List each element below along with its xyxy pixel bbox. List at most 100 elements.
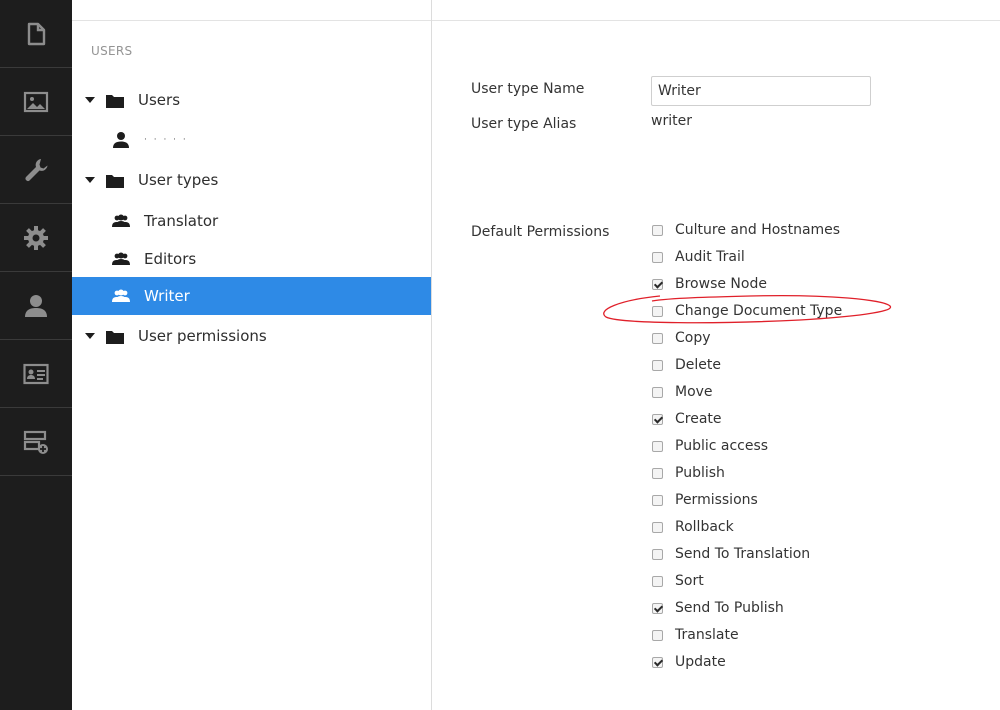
permission-checkbox[interactable] [652, 359, 663, 371]
permission-item[interactable]: Culture and Hostnames [652, 220, 840, 240]
user-icon [25, 294, 47, 317]
default-permissions-label: Default Permissions [471, 224, 610, 240]
permission-checkbox[interactable] [652, 332, 663, 344]
permission-item[interactable]: Copy [652, 328, 711, 348]
permission-checkbox[interactable] [652, 521, 663, 533]
tree-item-label: Editors [144, 250, 197, 268]
wrench-icon [25, 158, 48, 181]
tree-item-user-permissions[interactable]: User permissions [72, 317, 431, 355]
user-type-name-label: User type Name [471, 81, 585, 97]
permission-checkbox[interactable] [652, 305, 663, 317]
user-type-alias-label: User type Alias [471, 116, 577, 132]
permission-item[interactable]: Audit Trail [652, 247, 745, 267]
folder-icon [106, 329, 124, 344]
permission-checkbox[interactable] [652, 251, 663, 263]
image-icon [23, 91, 49, 112]
permission-label: Copy [675, 330, 711, 346]
permission-item[interactable]: Browse Node [652, 274, 767, 294]
permission-item[interactable]: Rollback [652, 517, 734, 537]
rail-settings[interactable] [0, 136, 72, 204]
document-icon [27, 22, 46, 45]
tree-item-editors[interactable]: Editors [72, 240, 431, 278]
permission-label: Public access [675, 438, 769, 454]
permission-label: Send To Publish [675, 600, 784, 616]
users-group-icon [112, 252, 130, 266]
tree-item-label: Writer [144, 287, 190, 305]
tree-heading: USERS [91, 44, 133, 58]
permission-checkbox[interactable] [652, 575, 663, 587]
permission-item[interactable]: Public access [652, 436, 768, 456]
users-tree-panel: USERS Users · · · · · User types Transla… [72, 0, 432, 710]
caret-down-icon[interactable] [85, 333, 95, 339]
tree-item-writer[interactable]: Writer [72, 277, 431, 315]
permission-label: Move [675, 384, 713, 400]
permission-label: Translate [675, 627, 739, 643]
user-type-name-input[interactable] [651, 76, 871, 106]
section-rail [0, 0, 72, 710]
permission-checkbox[interactable] [652, 494, 663, 506]
tree-item-users[interactable]: Users [72, 81, 431, 119]
permission-item[interactable]: Move [652, 382, 713, 402]
permission-item[interactable]: Create [652, 409, 722, 429]
tree-topbar [72, 0, 431, 21]
permission-label: Audit Trail [675, 249, 745, 265]
permission-checkbox[interactable] [652, 278, 663, 290]
rail-users[interactable] [0, 272, 72, 340]
permission-label: Rollback [675, 519, 734, 535]
permission-checkbox[interactable] [652, 602, 663, 614]
permission-label: Culture and Hostnames [675, 222, 841, 238]
forms-icon [23, 430, 48, 454]
rail-content[interactable] [0, 0, 72, 68]
rail-media[interactable] [0, 68, 72, 136]
caret-down-icon[interactable] [85, 177, 95, 183]
permission-checkbox[interactable] [652, 440, 663, 452]
permission-label: Change Document Type [675, 303, 843, 319]
permission-item[interactable]: Send To Translation [652, 544, 810, 564]
tree-item-label: User permissions [138, 327, 267, 345]
tree-item-label: User types [138, 171, 219, 189]
tree-item-label: · · · · · [144, 135, 188, 145]
permission-item[interactable]: Delete [652, 355, 721, 375]
rail-developer[interactable] [0, 204, 72, 272]
permission-label: Sort [675, 573, 704, 589]
users-group-icon [112, 289, 130, 303]
permission-label: Update [675, 654, 726, 670]
permission-checkbox[interactable] [652, 224, 663, 236]
folder-icon [106, 93, 124, 108]
permission-item[interactable]: Publish [652, 463, 725, 483]
permission-label: Send To Translation [675, 546, 811, 562]
user-icon [112, 131, 130, 149]
permission-label: Create [675, 411, 722, 427]
user-type-alias-value: writer [651, 113, 692, 129]
permission-item[interactable]: Change Document Type [652, 301, 842, 321]
permission-checkbox[interactable] [652, 656, 663, 668]
id-card-icon [23, 363, 49, 384]
gear-icon [24, 225, 48, 250]
tree-item-label: Users [138, 91, 181, 109]
permission-label: Delete [675, 357, 721, 373]
permission-item[interactable]: Permissions [652, 490, 758, 510]
tree-item-user[interactable]: · · · · · [72, 121, 431, 159]
caret-down-icon[interactable] [85, 97, 95, 103]
permission-checkbox[interactable] [652, 548, 663, 560]
permission-label: Permissions [675, 492, 758, 508]
folder-icon [106, 173, 124, 188]
permission-checkbox[interactable] [652, 629, 663, 641]
editor-topbar [432, 0, 1000, 21]
tree-item-label: Translator [144, 212, 219, 230]
permission-checkbox[interactable] [652, 467, 663, 479]
permission-checkbox[interactable] [652, 413, 663, 425]
user-type-editor: User type Name User type Alias writer De… [432, 0, 1000, 710]
permission-item[interactable]: Sort [652, 571, 704, 591]
rail-forms[interactable] [0, 408, 72, 476]
permission-item[interactable]: Update [652, 652, 726, 672]
permission-checkbox[interactable] [652, 386, 663, 398]
tree-item-translator[interactable]: Translator [72, 202, 431, 240]
permission-item[interactable]: Translate [652, 625, 739, 645]
tree-item-user-types[interactable]: User types [72, 161, 431, 199]
rail-members[interactable] [0, 340, 72, 408]
permission-label: Publish [675, 465, 725, 481]
users-group-icon [112, 214, 130, 228]
permission-label: Browse Node [675, 276, 767, 292]
permission-item[interactable]: Send To Publish [652, 598, 784, 618]
